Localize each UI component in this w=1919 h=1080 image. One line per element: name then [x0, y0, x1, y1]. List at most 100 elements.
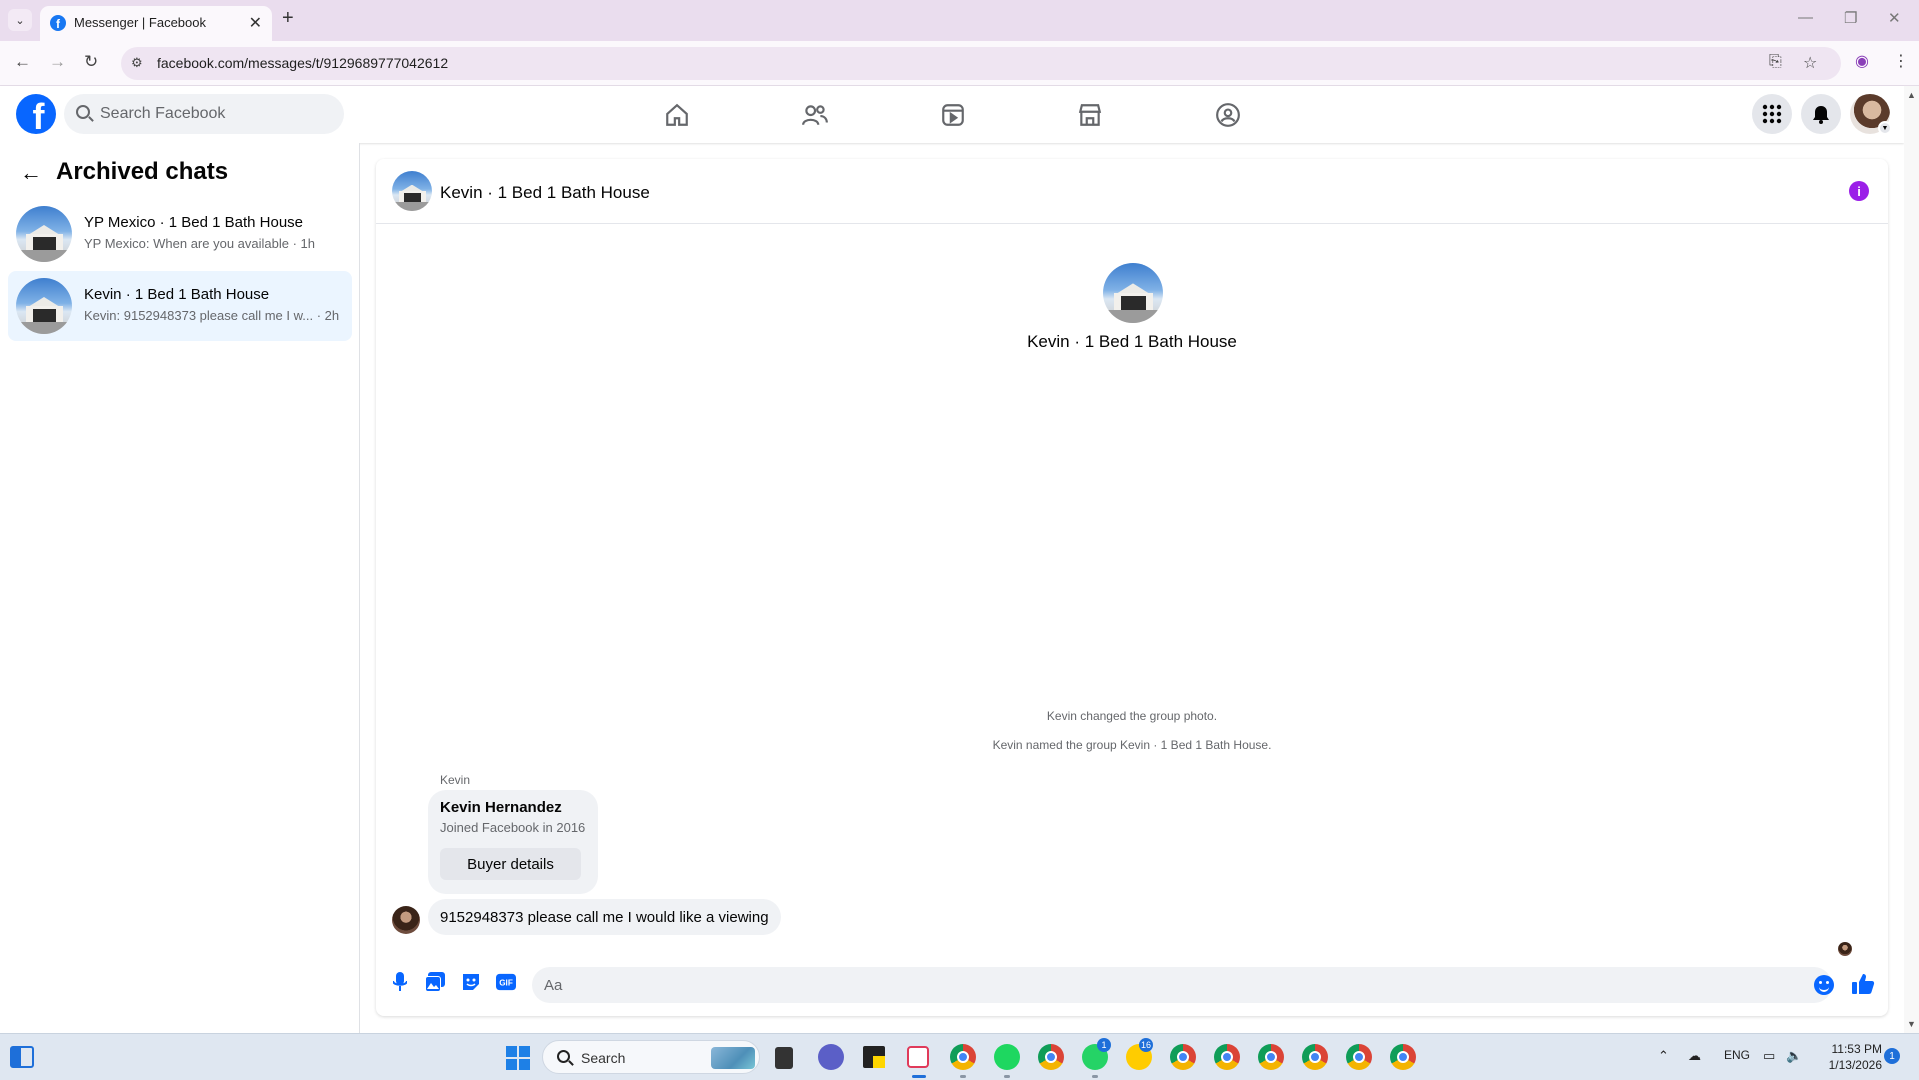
minimize-icon[interactable]: —: [1798, 9, 1813, 26]
search-icon: [76, 105, 90, 119]
home-icon[interactable]: [662, 100, 692, 130]
teams-icon[interactable]: [818, 1044, 844, 1070]
buyer-profile-card: Kevin Hernandez Joined Facebook in 2016 …: [428, 790, 598, 894]
sticky-notes-icon[interactable]: [863, 1046, 885, 1068]
buyer-details-button[interactable]: Buyer details: [440, 848, 581, 880]
running-app-indicator: [1092, 1075, 1098, 1078]
browser-toolbar: ← → ↻ ⚙ facebook.com/messages/t/91296897…: [0, 41, 1919, 86]
chat-name: YP Mexico · 1 Bed 1 Bath House: [84, 214, 304, 231]
chrome-profile-icon[interactable]: ◉: [1855, 51, 1869, 71]
chat-list-item-active[interactable]: Kevin · 1 Bed 1 Bath House Kevin: 915294…: [8, 271, 352, 341]
network-icon[interactable]: ▭: [1763, 1048, 1775, 1064]
address-bar[interactable]: ⚙ facebook.com/messages/t/91296897770426…: [121, 47, 1841, 80]
system-message: Kevin changed the group photo.: [1046, 709, 1218, 723]
new-tab-icon[interactable]: +: [282, 7, 294, 30]
chrome-profile-8-icon[interactable]: [1390, 1044, 1416, 1070]
chat-preview: YP Mexico: When are you available · 1h: [84, 236, 315, 251]
search-highlight-image: [711, 1047, 755, 1069]
group-hero-name: Kevin · 1 Bed 1 Bath House: [1027, 332, 1237, 351]
language-indicator[interactable]: ENG: [1724, 1048, 1750, 1062]
facebook-favicon-icon: f: [50, 15, 66, 31]
bookmark-star-icon[interactable]: ☆: [1803, 53, 1817, 73]
gif-icon[interactable]: GIF: [496, 972, 516, 992]
conversation-info-icon[interactable]: i: [1849, 181, 1869, 201]
microphone-icon[interactable]: [390, 972, 410, 992]
cloud-offline-icon[interactable]: ☁: [1688, 1048, 1701, 1064]
system-message: Kevin named the group Kevin · 1 Bed 1 Ba…: [992, 738, 1272, 752]
menu-grid-icon[interactable]: [1752, 94, 1792, 134]
group-hero-avatar: [1103, 263, 1163, 323]
taskbar-search[interactable]: Search: [542, 1040, 760, 1074]
clock-time[interactable]: 11:53 PM: [1826, 1042, 1882, 1056]
tab-title: Messenger | Facebook: [74, 15, 206, 30]
photo-icon[interactable]: [425, 972, 445, 992]
site-info-icon[interactable]: ⚙: [131, 55, 143, 71]
widgets-icon[interactable]: [10, 1046, 34, 1068]
thumbs-up-icon[interactable]: [1851, 972, 1875, 996]
spotify-icon[interactable]: [994, 1044, 1020, 1070]
chrome-profile-5-icon[interactable]: [1258, 1044, 1284, 1070]
install-app-icon[interactable]: ⎘: [1769, 53, 1782, 71]
notifications-bell-icon[interactable]: [1801, 94, 1841, 134]
tray-overflow-chevron-icon[interactable]: ⌃: [1658, 1048, 1669, 1064]
conversation-panel: Kevin · 1 Bed 1 Bath House i Kevin · 1 B…: [376, 159, 1888, 1016]
notification-app-badge: 16: [1139, 1038, 1154, 1052]
read-receipt-avatar: [1838, 942, 1852, 956]
chrome-menu-icon[interactable]: ⋮: [1893, 51, 1909, 71]
snipping-tool-icon[interactable]: [907, 1046, 929, 1068]
close-tab-icon[interactable]: ✕: [249, 13, 262, 33]
message-bubble[interactable]: 9152948373 please call me I would like a…: [428, 899, 781, 935]
scroll-down-icon[interactable]: ▼: [1907, 1019, 1916, 1029]
facebook-logo[interactable]: f: [16, 94, 56, 134]
archived-chats-sidebar: ← Archived chats YP Mexico · 1 Bed 1 Bat…: [0, 143, 360, 1033]
sender-label: Kevin: [440, 773, 471, 787]
reload-icon[interactable]: ↻: [84, 52, 98, 72]
chrome-profile-2-icon[interactable]: [1038, 1044, 1064, 1070]
conversation-title[interactable]: Kevin · 1 Bed 1 Bath House: [440, 183, 650, 203]
chrome-icon[interactable]: [950, 1044, 976, 1070]
chat-preview: Kevin: 9152948373 please call me I w... …: [84, 308, 340, 323]
volume-icon[interactable]: 🔈: [1786, 1048, 1802, 1064]
emoji-icon[interactable]: [1814, 975, 1834, 995]
chrome-profile-7-icon[interactable]: [1346, 1044, 1372, 1070]
close-window-icon[interactable]: ✕: [1888, 9, 1901, 27]
back-icon[interactable]: ←: [14, 52, 31, 72]
facebook-header: f Search Facebook ▼: [0, 86, 1904, 143]
groups-icon[interactable]: [1213, 100, 1243, 130]
back-arrow-icon[interactable]: ←: [20, 160, 42, 186]
file-explorer-icon[interactable]: [775, 1047, 793, 1069]
sidebar-title: Archived chats: [56, 158, 229, 185]
running-app-indicator: [1004, 1075, 1010, 1078]
conversation-avatar[interactable]: [392, 171, 432, 211]
chrome-profile-6-icon[interactable]: [1302, 1044, 1328, 1070]
page-scrollbar[interactable]: ▲ ▼: [1904, 86, 1919, 1033]
url-text[interactable]: facebook.com/messages/t/9129689777042612: [157, 55, 448, 71]
sticker-icon[interactable]: [461, 972, 481, 992]
tab-search-chevron-icon[interactable]: ⌄: [8, 9, 32, 31]
marketplace-icon[interactable]: [1075, 100, 1105, 130]
windows-taskbar: Search 1 16 ⌃ ☁ ENG ▭ 🔈 11:53 PM 1/13/20…: [0, 1033, 1919, 1080]
search-placeholder: Search Facebook: [100, 105, 226, 122]
restore-icon[interactable]: ❐: [1844, 9, 1857, 27]
clock-date[interactable]: 1/13/2026: [1818, 1058, 1882, 1072]
notification-center-badge[interactable]: 1: [1884, 1048, 1900, 1064]
whatsapp-badge: 1: [1097, 1038, 1111, 1052]
conversation-header: Kevin · 1 Bed 1 Bath House i: [376, 159, 1888, 224]
video-icon[interactable]: [938, 100, 968, 130]
chrome-profile-3-icon[interactable]: [1170, 1044, 1196, 1070]
message-input[interactable]: Aa: [532, 967, 1832, 1003]
browser-tab[interactable]: f Messenger | Facebook ✕: [40, 6, 272, 41]
chat-list-item[interactable]: YP Mexico · 1 Bed 1 Bath House YP Mexico…: [8, 199, 352, 269]
friends-icon[interactable]: [800, 100, 830, 130]
chat-name: Kevin · 1 Bed 1 Bath House: [84, 286, 270, 303]
taskbar-search-label: Search: [581, 1050, 626, 1066]
chrome-profile-4-icon[interactable]: [1214, 1044, 1240, 1070]
forward-icon[interactable]: →: [49, 52, 66, 72]
scroll-up-icon[interactable]: ▲: [1907, 90, 1916, 100]
svg-text:GIF: GIF: [499, 979, 513, 988]
buyer-name: Kevin Hernandez: [440, 799, 562, 816]
facebook-search-input[interactable]: Search Facebook: [64, 94, 344, 134]
account-chevron-down-icon[interactable]: ▼: [1878, 121, 1892, 135]
windows-start-icon[interactable]: [506, 1046, 530, 1070]
sender-avatar[interactable]: [392, 906, 420, 934]
